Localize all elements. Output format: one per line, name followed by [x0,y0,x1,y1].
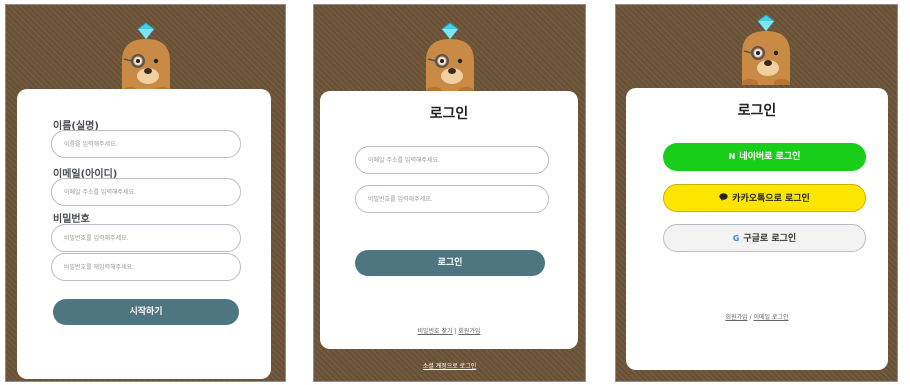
mole-mascot-icon [425,22,475,93]
social-login-card: 로그인 N 네이버로 로그인 카카오톡으로 로그인 G 구글로 로그인 회원가입 /… [626,88,888,370]
google-login-label: 구글로 로그인 [743,234,797,244]
account-links: 비밀번호 찾기 | 회원가입 [320,326,578,335]
link-separator: | [454,328,457,335]
signup-link[interactable]: 회원가입 [726,314,748,321]
kakao-login-button[interactable]: 카카오톡으로 로그인 [663,184,866,212]
google-login-button[interactable]: G 구글로 로그인 [663,224,866,252]
find-password-link[interactable]: 비밀번호 찾기 [418,328,453,335]
signup-screen: 이름(실명) 이메일(아이디) 비밀번호 시작하기 [5,4,286,382]
login-title: 로그인 [429,106,469,122]
password-label: 비밀번호 [53,214,90,225]
password-confirm-input[interactable] [51,253,241,281]
email-login-screen: 로그인 로그인 비밀번호 찾기 | 회원가입 소셜 계정으로 로그인 [313,4,586,382]
social-login-screen: 로그인 N 네이버로 로그인 카카오톡으로 로그인 G 구글로 로그인 회원가입 /… [615,4,898,382]
signup-card: 이름(실명) 이메일(아이디) 비밀번호 시작하기 [17,89,271,379]
naver-login-label: 네이버로 로그인 [739,152,801,162]
email-login-link[interactable]: 이메일 로그인 [753,314,788,321]
social-login-link-row: 소셜 계정으로 로그인 [314,361,585,370]
mole-mascot-icon [121,22,171,93]
password-input[interactable] [355,185,549,213]
mole-mascot-icon [741,14,791,85]
email-login-card: 로그인 로그인 비밀번호 찾기 | 회원가입 [320,91,578,349]
speech-bubble-icon [719,185,728,213]
name-input[interactable] [51,130,241,158]
link-separator: / [749,314,752,321]
naver-n-icon: N [728,152,736,161]
social-login-link[interactable]: 소셜 계정으로 로그인 [423,363,477,370]
password-input[interactable] [51,224,241,252]
signup-link[interactable]: 회원가입 [458,328,480,335]
kakao-login-label: 카카오톡으로 로그인 [732,194,810,204]
login-title: 로그인 [737,103,777,119]
naver-login-button[interactable]: N 네이버로 로그인 [663,143,866,171]
email-input[interactable] [51,178,241,206]
google-g-icon: G [732,234,740,243]
email-input[interactable] [355,146,549,174]
account-links: 회원가입 / 이메일 로그인 [626,312,888,321]
start-button[interactable]: 시작하기 [53,299,239,325]
login-button[interactable]: 로그인 [355,250,545,276]
